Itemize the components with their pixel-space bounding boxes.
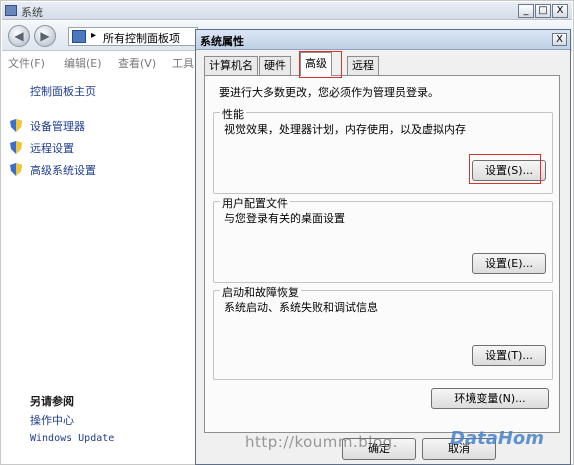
group-label: 用户配置文件 (220, 195, 290, 211)
watermark-url: http://koumm.blog. (245, 433, 398, 451)
tab-hardware[interactable]: 硬件 (259, 56, 291, 75)
user-profiles-group: 用户配置文件 与您登录有关的桌面设置 设置(E)... (213, 195, 553, 283)
sidebar-device-manager[interactable]: 设备管理器 (30, 118, 85, 134)
user-profiles-settings-button[interactable]: 设置(E)... (472, 253, 546, 274)
advanced-tab-panel: 要进行大多数更改，您必须作为管理员登录。 性能 视觉效果，处理器计划，内存使用，… (204, 75, 560, 433)
control-panel-icon (72, 30, 86, 43)
sidebar: 控制面板主页 设备管理器 远程设置 高级系统设置 另请参阅 操作中心 Windo… (2, 71, 198, 463)
breadcrumb-all-items[interactable]: 所有控制面板项 (103, 30, 180, 46)
settings-highlight-box (469, 154, 541, 184)
startup-recovery-settings-button[interactable]: 设置(T)... (472, 345, 546, 366)
sidebar-remote-settings[interactable]: 远程设置 (30, 140, 74, 156)
shield-icon (10, 141, 22, 154)
sidebar-home-link[interactable]: 控制面板主页 (30, 83, 96, 99)
forward-arrow-icon: ▶ (40, 29, 50, 43)
back-arrow-icon: ◀ (14, 29, 24, 43)
system-window-titlebar: 系统 _ □ X (2, 2, 572, 20)
forward-button[interactable]: ▶ (34, 25, 56, 47)
shield-icon (10, 163, 22, 176)
group-description: 与您登录有关的桌面设置 (224, 212, 345, 225)
admin-notice: 要进行大多数更改，您必须作为管理员登录。 (219, 86, 439, 99)
see-also-windows-update[interactable]: Windows Update (30, 433, 114, 444)
dialog-titlebar: 系统属性 X (196, 30, 570, 50)
group-label: 性能 (220, 106, 246, 122)
close-button[interactable]: X (552, 4, 568, 18)
shield-icon (10, 119, 22, 132)
group-label: 启动和故障恢复 (220, 284, 301, 300)
watermark-logo: DataHom (450, 428, 545, 449)
startup-recovery-group: 启动和故障恢复 系统启动、系统失败和调试信息 设置(T)... (213, 284, 553, 380)
see-also-action-center[interactable]: 操作中心 (30, 412, 74, 428)
address-bar[interactable]: ▸ 所有控制面板项 (68, 27, 198, 46)
computer-icon (5, 5, 17, 16)
maximize-button[interactable]: □ (535, 4, 551, 18)
group-description: 系统启动、系统失败和调试信息 (224, 301, 378, 314)
breadcrumb-separator[interactable]: ▸ (91, 30, 96, 41)
window-title: 系统 (21, 6, 43, 19)
menu-edit[interactable]: 编辑(E) (64, 55, 102, 71)
dialog-title: 系统属性 (200, 35, 244, 48)
menu-tools[interactable]: 工具 (172, 55, 194, 71)
menu-bar: 文件(F) 编辑(E) 查看(V) 工具 (2, 52, 202, 70)
tab-remote[interactable]: 远程 (347, 56, 379, 75)
menu-file[interactable]: 文件(F) (8, 55, 45, 71)
menu-view[interactable]: 查看(V) (118, 55, 156, 71)
tab-computer-name[interactable]: 计算机名 (204, 56, 258, 75)
system-properties-dialog: 系统属性 X 计算机名 硬件 高级 远程 要进行大多数更改，您必须作为管理员登录… (195, 29, 571, 465)
dialog-close-button[interactable]: X (552, 33, 567, 46)
minimize-button[interactable]: _ (518, 4, 534, 18)
tab-highlight-box (299, 51, 342, 78)
see-also-header: 另请参阅 (30, 395, 74, 408)
environment-variables-button[interactable]: 环境变量(N)... (431, 388, 549, 409)
group-description: 视觉效果，处理器计划，内存使用，以及虚拟内存 (224, 123, 466, 136)
sidebar-advanced-settings[interactable]: 高级系统设置 (30, 162, 96, 178)
back-button[interactable]: ◀ (8, 25, 30, 47)
